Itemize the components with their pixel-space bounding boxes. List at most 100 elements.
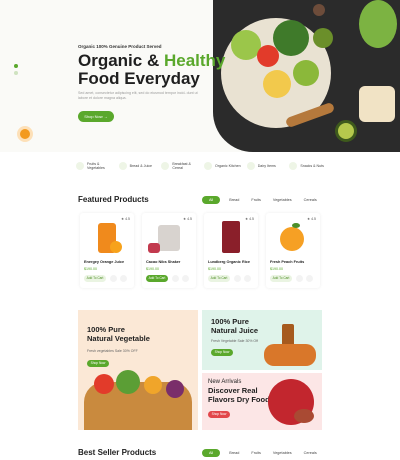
tab-cereals[interactable]: Cereals [301, 196, 320, 204]
hero-tagline: Organic 100% Genuine Product Served [78, 44, 162, 49]
category-item[interactable]: Fruits & Vegetables [72, 155, 113, 177]
product-price: $190.00 [208, 267, 221, 271]
compare-icon[interactable] [182, 275, 189, 282]
tab-bread[interactable]: Bread [226, 196, 242, 204]
broccoli-image [273, 20, 309, 56]
promo-title-line: Flavors Dry Food [208, 394, 270, 404]
best-seller-tabs: All Bread Fruits Vegetables Cereals [202, 449, 320, 457]
product-rating: ★ 4.5 [121, 217, 130, 221]
featured-title: Featured Products [78, 195, 149, 204]
promo-title-line: Natural Juice [211, 325, 259, 335]
promo-title: Discover Real Flavors Dry Food [208, 386, 270, 404]
hero-title-line2: Food Everyday [78, 69, 200, 88]
product-name: Fresh Peach Fruits [270, 260, 305, 264]
avocado-image [335, 120, 357, 142]
milk-icon [246, 162, 255, 170]
orange-decoration [17, 126, 33, 142]
product-price: $190.00 [270, 267, 283, 271]
category-label: Organic Kitchen [215, 163, 241, 168]
wishlist-icon[interactable] [296, 275, 303, 282]
leaf-icon [204, 162, 213, 170]
promo-subtitle: Fresh vegetables Sale 30% OFF [87, 349, 138, 353]
add-to-cart-button[interactable]: Add To Cart [146, 275, 168, 282]
category-label: Breakfast & Cereal [172, 161, 191, 171]
product-rating: ★ 4.5 [245, 217, 254, 221]
eggplant-image [166, 380, 184, 398]
product-price: $190.00 [84, 267, 97, 271]
product-card[interactable]: ★ 4.5 Cacao Nibs Shaker $190.00 Add To C… [142, 213, 196, 288]
pepper-image [144, 376, 162, 394]
product-name: Energey Orange Juice [84, 260, 125, 264]
hero-title: Organic & Healthy [78, 52, 225, 70]
cacao-pack-image [158, 225, 180, 251]
category-label: Dairy Items [257, 163, 276, 168]
add-to-cart-button[interactable]: Add To Cart [208, 275, 230, 282]
rating-value: 4.5 [249, 217, 254, 221]
bread-icon [118, 162, 127, 170]
category-item[interactable]: Breakfast & Cereal [157, 155, 199, 177]
orange-image [110, 241, 122, 253]
hero-title-part: Organic & [78, 51, 164, 70]
compare-icon[interactable] [306, 275, 313, 282]
tab-fruits[interactable]: Fruits [248, 449, 264, 457]
promo-dryfood: New Arrivals Discover Real Flavors Dry Fo… [202, 373, 322, 430]
tab-cereals[interactable]: Cereals [301, 449, 320, 457]
compare-icon[interactable] [244, 275, 251, 282]
promo-subtitle: Fresh Vegetable Sale 30% Off [211, 339, 259, 343]
rating-value: 4.5 [187, 217, 192, 221]
product-price: $190.00 [146, 267, 159, 271]
add-to-cart-button[interactable]: Add To Cart [270, 275, 292, 282]
lime-image [293, 60, 319, 86]
tab-fruits[interactable]: Fruits [248, 196, 264, 204]
hero-food-image [213, 0, 400, 152]
promo-title: 100% Pure Natural Vegetable [87, 325, 150, 343]
tab-vegetables[interactable]: Vegetables [270, 449, 295, 457]
hero-description: Sed amet, consectetur adipiscing elit, s… [78, 91, 198, 100]
promo-shop-button[interactable]: Shop Now [211, 349, 233, 356]
add-to-cart-button[interactable]: Add To Cart [84, 275, 106, 282]
tab-bread[interactable]: Bread [226, 449, 242, 457]
category-label: Snacks & Nuts [300, 163, 324, 168]
dried-fruit-image [294, 409, 314, 423]
product-rating: ★ 4.5 [307, 217, 316, 221]
tomato-image [94, 374, 114, 394]
rice-bag-image [222, 221, 240, 253]
lemon-image [263, 70, 291, 98]
category-strip: Fruits & Vegetables Bread & Juice Breakf… [72, 155, 327, 177]
cabbage-image [116, 370, 140, 394]
category-item[interactable]: Organic Kitchen [200, 155, 241, 177]
toast-image [359, 86, 395, 122]
compare-icon[interactable] [120, 275, 127, 282]
rating-value: 4.5 [311, 217, 316, 221]
promo-vegetable: 100% Pure Natural Vegetable Fresh vegetab… [78, 310, 198, 430]
shop-now-label: Shop Now [84, 114, 103, 119]
wishlist-icon[interactable] [234, 275, 241, 282]
promo-title: 100% Pure Natural Juice [211, 317, 259, 335]
fruit-icon [76, 162, 84, 170]
leaf-icon [292, 223, 300, 228]
product-card[interactable]: ★ 4.5 Fresh Peach Fruits $190.00 Add To … [266, 213, 320, 288]
rating-value: 4.5 [125, 217, 130, 221]
featured-tabs: All Bread Fruits Vegetables Cereals [202, 196, 320, 204]
fruit-pile-image [264, 344, 316, 366]
product-card[interactable]: ★ 4.5 Lundberg Organic Rice $190.00 Add … [204, 213, 258, 288]
wishlist-icon[interactable] [172, 275, 179, 282]
category-label: Bread & Juice [129, 163, 153, 168]
wishlist-icon[interactable] [110, 275, 117, 282]
category-item[interactable]: Bread & Juice [114, 155, 156, 177]
nut-icon [289, 162, 298, 170]
category-item[interactable]: Snacks & Nuts [285, 155, 327, 177]
promo-shop-button[interactable]: Shop Now [87, 360, 109, 367]
best-seller-title: Best Seller Products [78, 448, 157, 457]
salad-bowl-image [359, 0, 397, 48]
tab-all[interactable]: All [202, 449, 221, 457]
slider-dot[interactable] [14, 71, 18, 75]
shop-now-button[interactable]: Shop Now → [78, 111, 114, 122]
product-card[interactable]: ★ 4.5 Energey Orange Juice $190.00 Add T… [80, 213, 134, 288]
slider-dot[interactable] [14, 64, 18, 68]
tab-vegetables[interactable]: Vegetables [270, 196, 295, 204]
category-item[interactable]: Dairy Items [242, 155, 284, 177]
tab-all[interactable]: All [202, 196, 221, 204]
promo-shop-button[interactable]: Shop Now [208, 411, 230, 418]
berries-image [148, 243, 160, 253]
